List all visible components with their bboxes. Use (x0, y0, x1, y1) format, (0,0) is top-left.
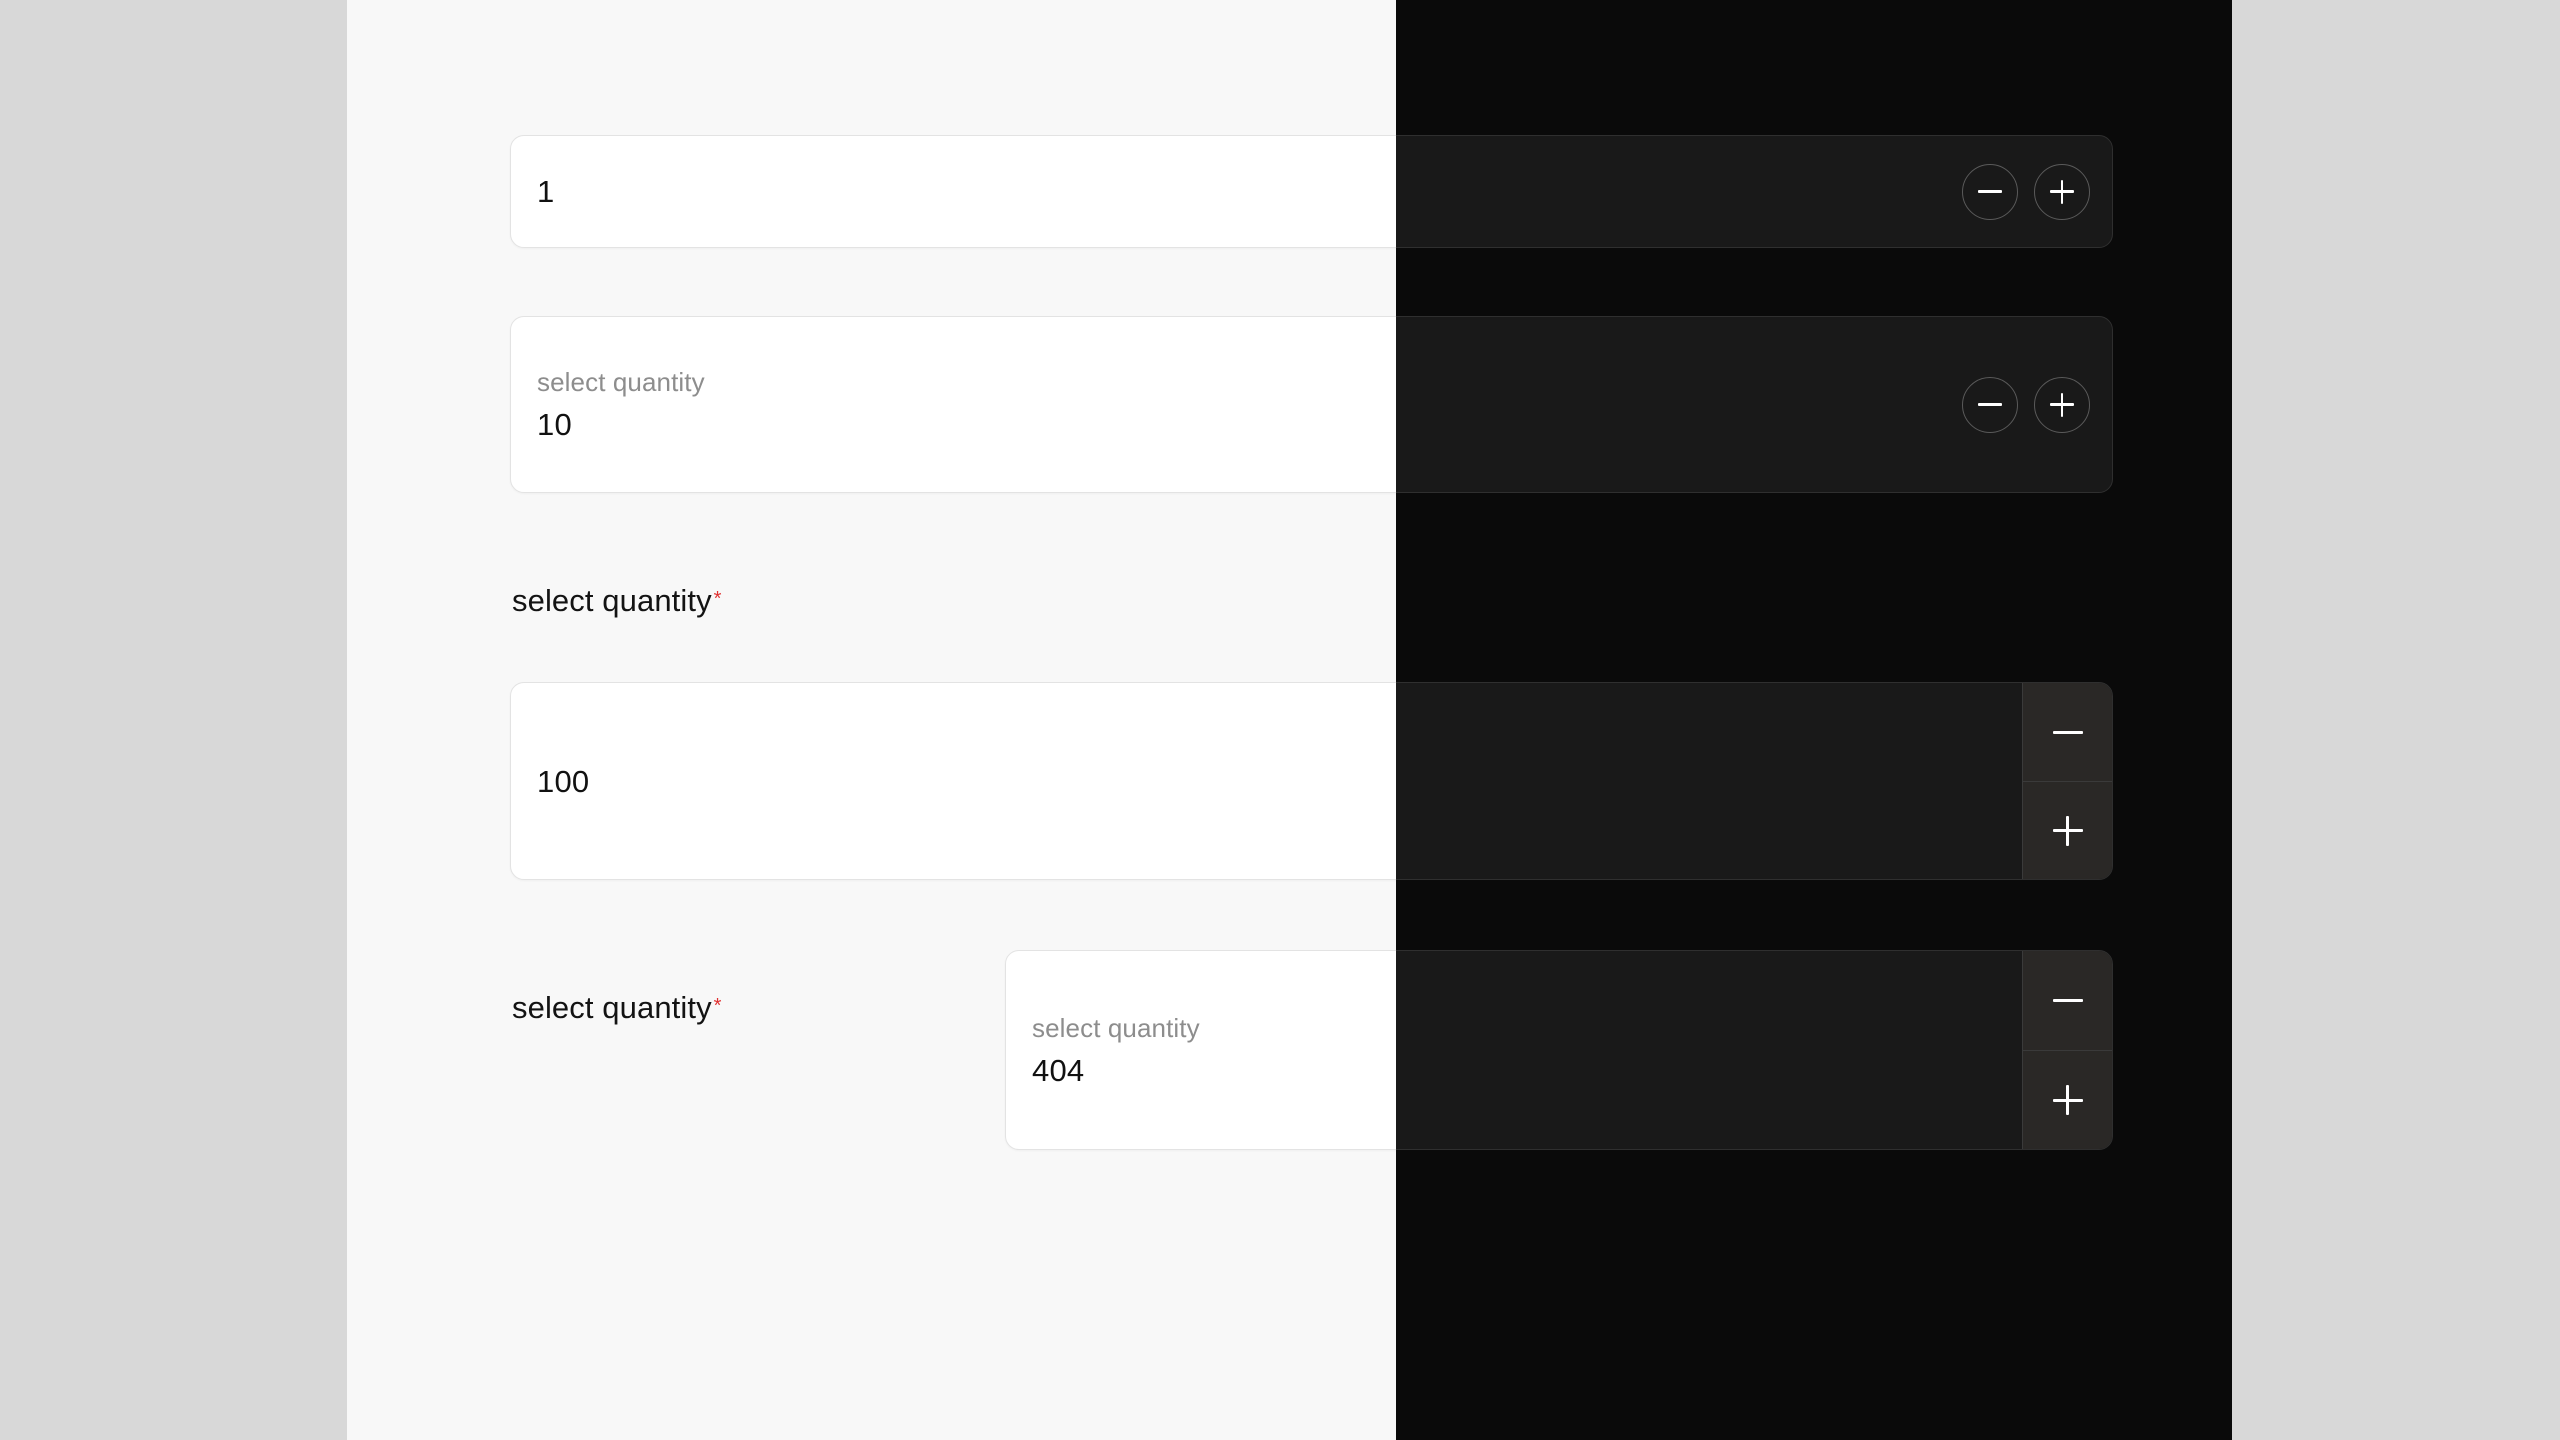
quantity-label-above-wrapper: select quantity * (512, 585, 721, 616)
increment-button[interactable] (2023, 781, 2112, 879)
stepper-group (1962, 317, 2112, 492)
quantity-label-beside-wrapper: select quantity * (512, 992, 721, 1023)
minus-icon (2052, 717, 2083, 747)
plus-icon (2052, 1085, 2083, 1115)
stepper-group (1962, 136, 2112, 247)
minus-icon (2052, 986, 2083, 1016)
increment-button[interactable] (2034, 376, 2090, 433)
required-asterisk: * (713, 587, 722, 610)
component-showcase-stage: 1 select quantity 10 select quantity * 1… (347, 0, 2232, 1440)
stepper-group (2022, 951, 2112, 1149)
plus-icon (2052, 815, 2083, 846)
decrement-button[interactable] (2023, 683, 2112, 781)
field-label: select quantity (512, 583, 712, 618)
decrement-button[interactable] (1962, 163, 2018, 220)
plus-icon (2050, 392, 2074, 417)
decrement-button[interactable] (1962, 376, 2018, 433)
minus-icon (1978, 393, 2002, 417)
field-label: select quantity (512, 990, 712, 1025)
decrement-button[interactable] (2023, 951, 2112, 1050)
required-asterisk: * (713, 994, 722, 1017)
increment-button[interactable] (2034, 163, 2090, 220)
plus-icon (2050, 179, 2074, 204)
minus-icon (1978, 180, 2002, 204)
increment-button[interactable] (2023, 1050, 2112, 1149)
stepper-group (2022, 683, 2112, 879)
